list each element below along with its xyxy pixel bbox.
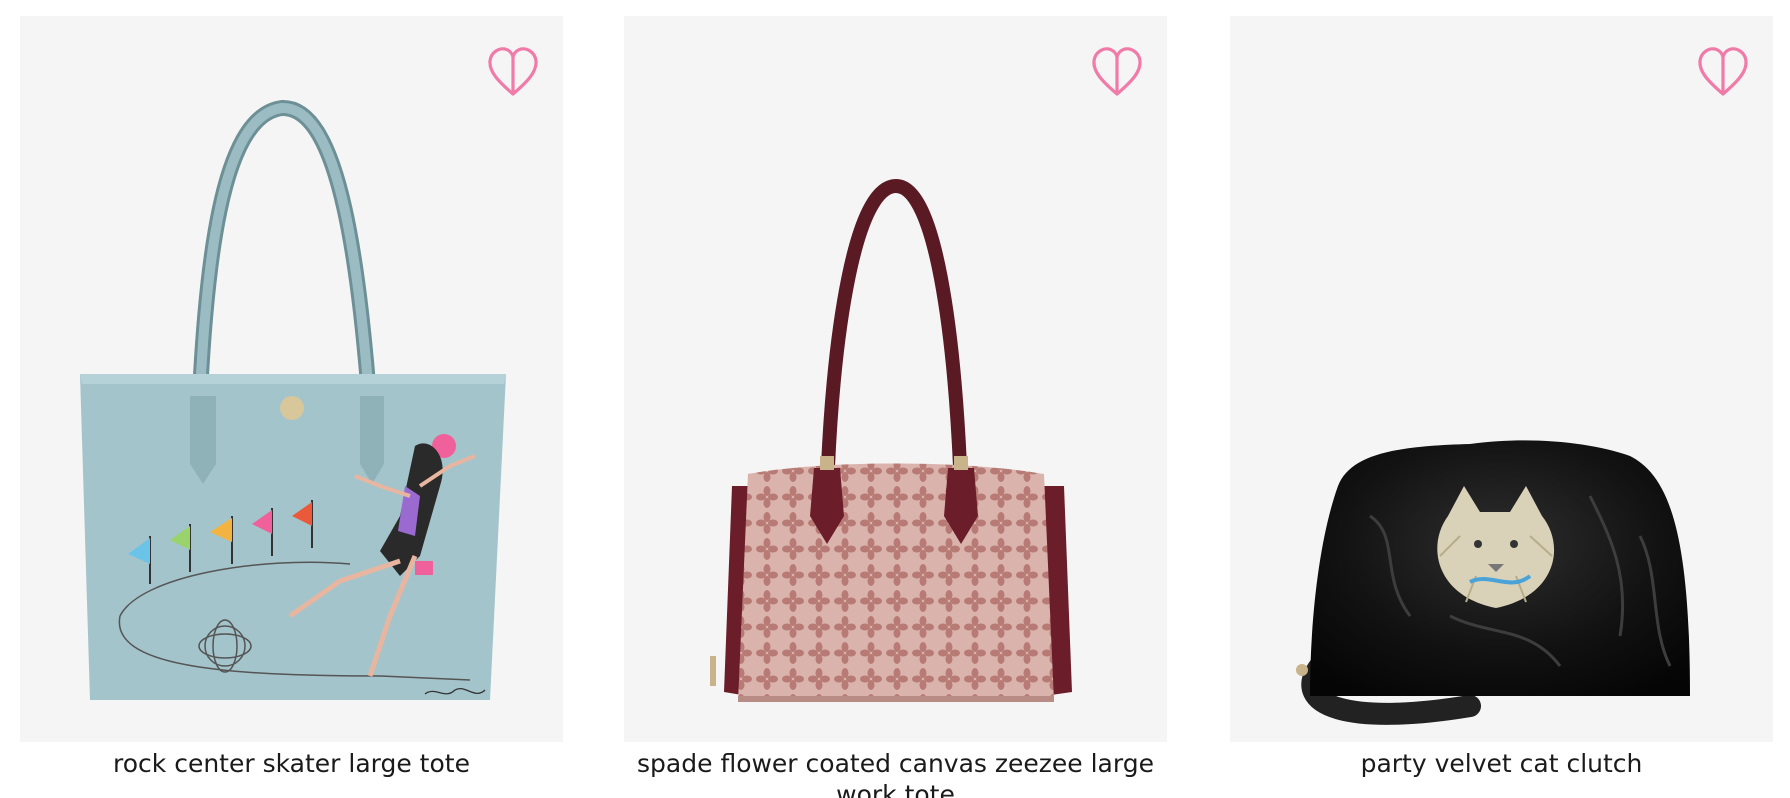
product-grid: rock center skater large tote spade flow… xyxy=(0,0,1790,798)
product-name[interactable]: rock center skater large tote xyxy=(20,748,563,779)
product-image[interactable] xyxy=(20,16,563,742)
tote-bag-illustration xyxy=(80,99,506,700)
heart-outline-icon[interactable] xyxy=(1695,44,1751,100)
heart-outline-icon[interactable] xyxy=(485,44,541,100)
product-name[interactable]: party velvet cat clutch xyxy=(1230,748,1773,779)
clutch-illustration xyxy=(1296,440,1690,725)
product-image[interactable] xyxy=(1230,16,1773,742)
product-name[interactable]: spade flower coated canvas zeezee large … xyxy=(624,748,1167,798)
product-image[interactable] xyxy=(624,16,1167,742)
heart-outline-icon[interactable] xyxy=(1089,44,1145,100)
work-tote-illustration xyxy=(710,178,1072,702)
product-tile: party velvet cat clutch xyxy=(1230,16,1773,779)
product-tile: spade flower coated canvas zeezee large … xyxy=(624,16,1167,798)
product-tile: rock center skater large tote xyxy=(20,16,563,779)
